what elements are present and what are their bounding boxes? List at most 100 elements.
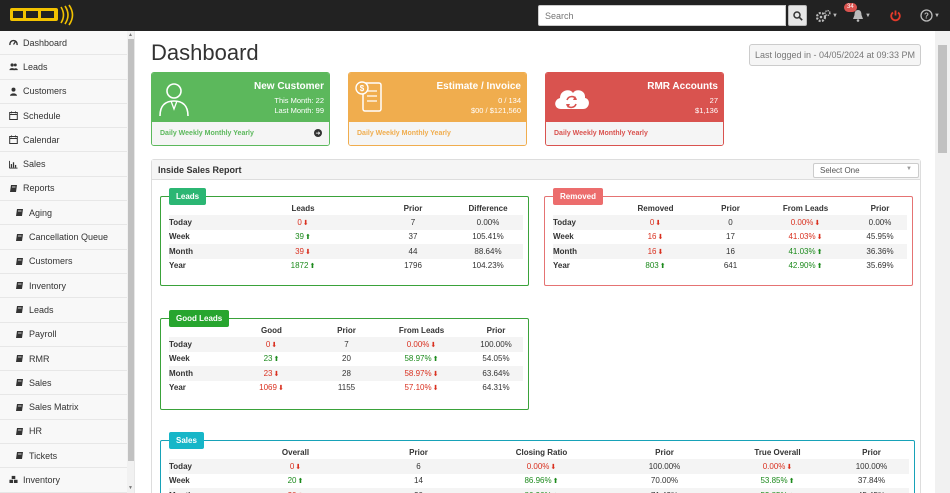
column-header: Good <box>261 325 282 335</box>
caret-down-icon: ▼ <box>865 12 871 19</box>
cell-value: 23 <box>263 354 273 364</box>
estimate-invoice-card: $ Estimate / Invoice 0 / 134 $00 / $121,… <box>348 72 527 146</box>
book-icon <box>15 354 24 363</box>
bar-chart-icon <box>9 160 18 169</box>
column-header: From Leads <box>398 325 445 335</box>
table-cell: 1796 <box>404 261 422 271</box>
sidebar-item-inventory[interactable]: Inventory <box>0 468 134 493</box>
arrow-circle-right-icon[interactable]: ➜ <box>314 129 322 137</box>
sidebar-item-dashboard[interactable]: Dashboard <box>0 31 134 56</box>
column-header: Prior <box>403 203 423 213</box>
sidebar-item-inventory[interactable]: Inventory <box>0 274 134 299</box>
column-header: From Leads <box>782 203 829 213</box>
sidebar-item-customers[interactable]: Customers <box>0 250 134 274</box>
sidebar-item-sales[interactable]: Sales <box>0 152 134 177</box>
cell-value: 23 <box>263 368 273 378</box>
notifications-menu[interactable]: 34 ▼ <box>844 3 871 24</box>
sidebar-item-sales-matrix[interactable]: Sales Matrix <box>0 395 134 420</box>
table-cell: 36.36% <box>853 244 907 259</box>
card-rmr-amount: $1,136 <box>695 106 718 115</box>
column-header: Prior <box>862 447 881 457</box>
cell-value: 58.97% <box>404 368 432 378</box>
sidebar-item-reports[interactable]: Reports <box>0 177 134 202</box>
card-period-links[interactable]: Daily Weekly Monthly Yearly <box>546 122 723 145</box>
book-icon <box>9 184 18 193</box>
table-cell: 16⬇ <box>608 244 703 259</box>
report-filter-select[interactable]: Select One ▼ <box>813 163 919 178</box>
sidebar-item-label: Leads <box>29 304 54 315</box>
card-period-links[interactable]: Daily Weekly Monthly Yearly <box>152 122 329 145</box>
book-icon <box>15 233 24 242</box>
sidebar-item-hr[interactable]: HR <box>0 420 134 445</box>
sidebar-item-leads[interactable]: Leads <box>0 55 134 80</box>
book-icon <box>15 451 24 460</box>
sidebar-item-label: Leads <box>23 61 48 72</box>
card-header: RMR Accounts 27 $1,136 <box>546 73 723 122</box>
sidebar-item-label: Calendar <box>23 134 60 145</box>
row-label: Year <box>169 383 186 393</box>
sidebar-item-label: HR <box>29 426 42 437</box>
arrow-down-icon: ⬇ <box>277 385 284 393</box>
cell-value: 41.03% <box>788 246 816 256</box>
sidebar-item-rmr[interactable]: RMR <box>0 347 134 372</box>
cell-value: 0 <box>289 461 295 471</box>
settings-menu[interactable]: ▼ <box>815 7 838 24</box>
cell-value: 0 <box>265 339 271 349</box>
table-cell: 57.10%⬇ <box>374 381 469 396</box>
help-menu[interactable]: ? ▼ <box>920 7 940 24</box>
table-cell: 39⬆ <box>233 230 373 245</box>
sidebar-item-calendar[interactable]: Calendar <box>0 128 134 153</box>
sidebar-item-label: Tickets <box>29 450 58 461</box>
arrow-up-icon: ⬆ <box>659 263 666 271</box>
sidebar-item-customers[interactable]: Customers <box>0 80 134 104</box>
company-logo[interactable] <box>8 4 76 26</box>
sidebar-item-label: Sales <box>23 159 46 170</box>
notification-badge: 34 <box>844 3 857 12</box>
good-leads-box: Good Leads Good Prior From Leads Prior Today… <box>160 310 529 410</box>
table-row: Month 23⬇ 28 58.97%⬇ 63.64% <box>169 366 523 381</box>
table-cell: 20 <box>362 488 475 493</box>
invoice-icon: $ <box>355 81 382 112</box>
sidebar-item-aging[interactable]: Aging <box>0 201 134 226</box>
table-cell: 7 <box>319 337 374 352</box>
good-leads-table: Good Prior From Leads Prior Today 0⬇ 7 0.00%⬇ 10… <box>169 323 523 395</box>
card-period-links[interactable]: Daily Weekly Monthly Yearly <box>349 122 526 145</box>
sidebar-item-schedule[interactable]: Schedule <box>0 104 134 129</box>
cloud-sync-icon <box>555 90 589 109</box>
sidebar-scroll-thumb[interactable] <box>128 39 134 461</box>
sidebar: Dashboard Leads Customers Schedule Calendar S… <box>0 31 135 493</box>
sidebar-item-cancellation-queue[interactable]: Cancellation Queue <box>0 225 134 250</box>
inside-sales-report-panel: Inside Sales Report Select One ▼ Leads L… <box>151 159 921 493</box>
table-row: Year 1069⬇ 1155 57.10%⬇ 64.31% <box>169 381 523 396</box>
sidebar-item-label: Dashboard <box>23 37 68 48</box>
power-icon <box>890 10 901 22</box>
table-cell: 41.03%⬆ <box>758 244 853 259</box>
table-cell: 54.05% <box>482 354 510 364</box>
power-button[interactable] <box>889 7 902 24</box>
scroll-down-arrow[interactable]: ▼ <box>128 485 133 491</box>
card-estimate-amount: $00 / $121,560 <box>470 106 521 115</box>
table-row: Week 23⬆ 20 58.97%⬆ 54.05% <box>169 352 523 367</box>
sidebar-item-label: Cancellation Queue <box>29 232 109 243</box>
row-label: Today <box>169 215 233 230</box>
table-cell: 0.00%⬇ <box>475 459 608 474</box>
table-cell: 7 <box>373 215 453 230</box>
arrow-up-icon: ⬆ <box>816 263 823 271</box>
table-cell: 17 <box>726 232 735 242</box>
table-cell: 1069⬇ <box>224 381 319 396</box>
card-rmr-count: 27 <box>709 96 718 105</box>
book-icon <box>15 305 24 314</box>
scroll-up-arrow[interactable]: ▲ <box>128 32 133 38</box>
sidebar-item-payroll[interactable]: Payroll <box>0 323 134 347</box>
page-scroll-thumb[interactable] <box>938 45 947 153</box>
page-scrollbar[interactable] <box>935 31 950 493</box>
row-label: Today <box>169 459 229 474</box>
search-button[interactable] <box>788 5 807 26</box>
sidebar-item-sales[interactable]: Sales <box>0 371 134 396</box>
sidebar-item-leads[interactable]: Leads <box>0 298 134 323</box>
sidebar-item-tickets[interactable]: Tickets <box>0 444 134 469</box>
sidebar-scrollbar[interactable]: ▲ ▼ <box>127 31 134 493</box>
removed-table: Removed Prior From Leads Prior Today 0⬇ 0 0.00%… <box>553 201 907 273</box>
search-input[interactable] <box>538 5 786 26</box>
arrow-down-icon: ⬇ <box>271 341 278 349</box>
